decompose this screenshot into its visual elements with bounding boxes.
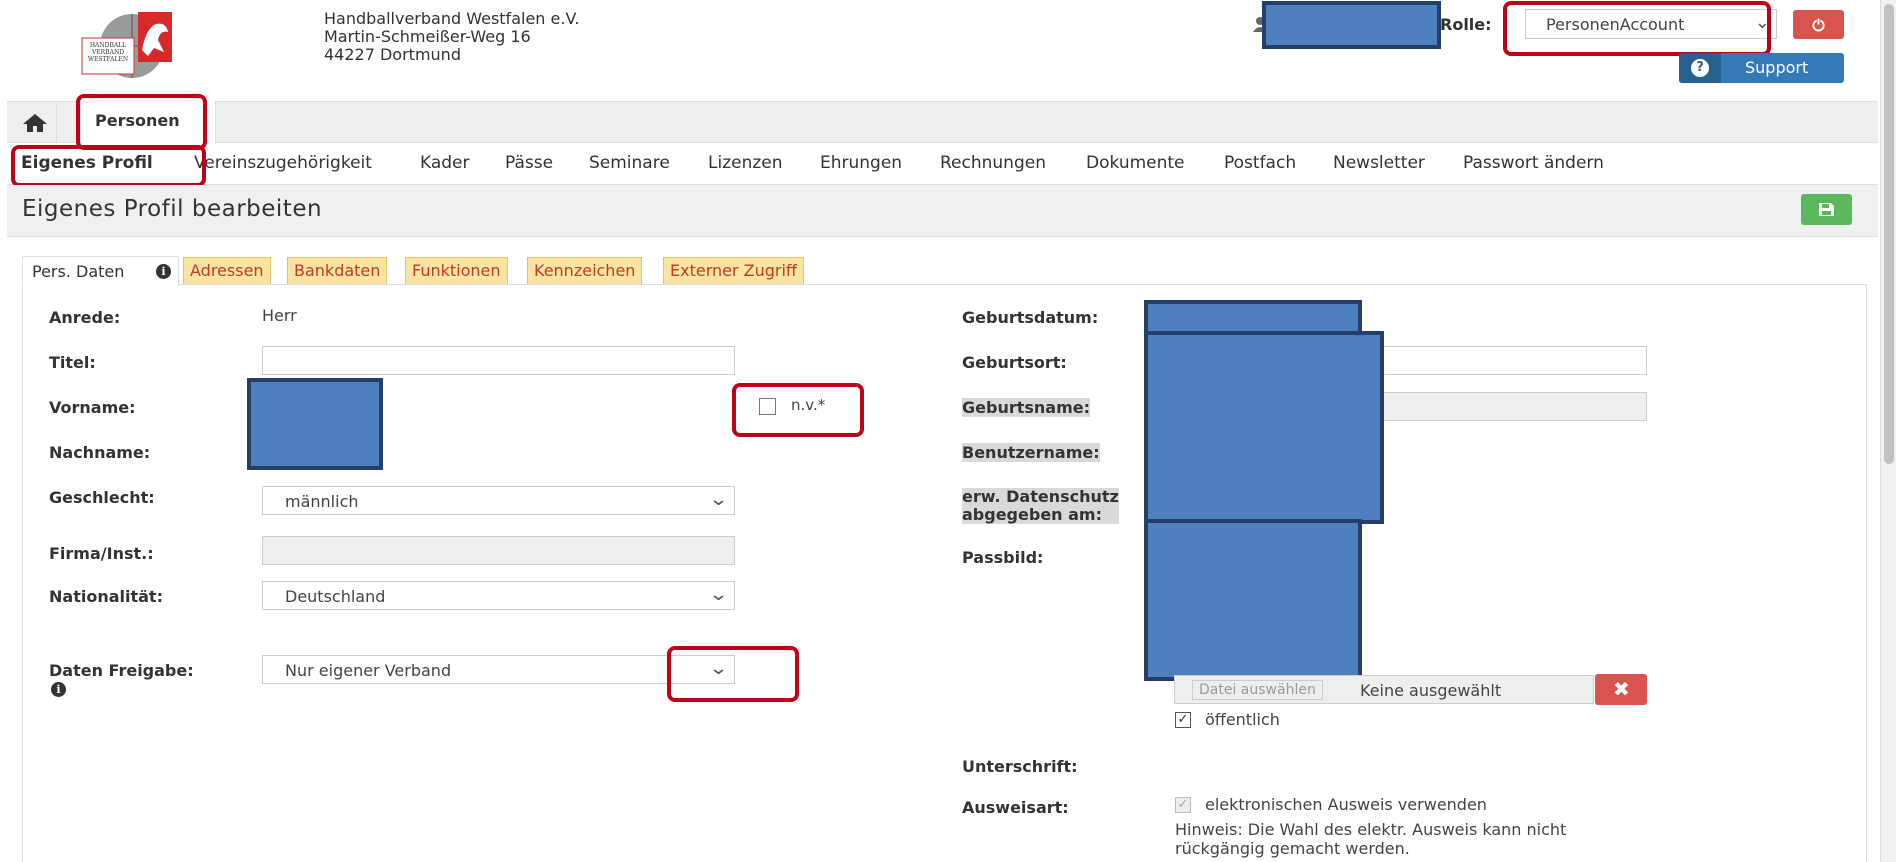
page-scrollbar[interactable] xyxy=(1880,0,1896,862)
subnav-paesse[interactable]: Pässe xyxy=(505,153,553,173)
nationalitaet-label: Nationalität: xyxy=(49,587,163,606)
file-input[interactable]: Datei auswählen Keine ausgewählt xyxy=(1174,675,1594,704)
tab-kennzeichen[interactable]: Kennzeichen xyxy=(527,257,643,284)
tab-pers-daten-label: Pers. Daten xyxy=(32,262,125,281)
help-icon: ? xyxy=(1679,53,1721,83)
tab-funktionen[interactable]: Funktionen xyxy=(405,257,508,284)
datenschutz-label-line1: erw. Datenschutz xyxy=(962,487,1119,506)
subnav-ehrungen[interactable]: Ehrungen xyxy=(820,153,902,173)
redacted-name xyxy=(247,378,383,470)
geburtsname-input xyxy=(1350,392,1647,421)
annotation-nv xyxy=(732,383,864,437)
save-icon xyxy=(1819,203,1834,216)
ausweis-checkbox-label: elektronischen Ausweis verwenden xyxy=(1205,795,1487,814)
nationalitaet-select[interactable]: Deutschland ⌄ xyxy=(262,581,735,610)
passbild-label: Passbild: xyxy=(962,548,1044,567)
geburtsort-input[interactable] xyxy=(1350,346,1647,375)
power-icon xyxy=(1812,17,1825,32)
titel-label: Titel: xyxy=(49,353,96,372)
vorname-label: Vorname: xyxy=(49,398,136,417)
subnav-lizenzen[interactable]: Lizenzen xyxy=(708,153,783,173)
ausweisart-label: Ausweisart: xyxy=(962,798,1069,817)
subnav-dokumente[interactable]: Dokumente xyxy=(1086,153,1185,173)
close-icon: ✖ xyxy=(1613,677,1630,701)
geburtsdatum-label: Geburtsdatum: xyxy=(962,308,1099,327)
ausweis-hinweis: Hinweis: Die Wahl des elektr. Ausweis ka… xyxy=(1175,820,1566,858)
hinweis-line2: rückgängig gemacht werden. xyxy=(1175,839,1410,858)
ausweis-checkbox: ✓ xyxy=(1175,797,1191,813)
hinweis-line1: Hinweis: Die Wahl des elektr. Ausweis ka… xyxy=(1175,820,1567,839)
annotation-eigenes-profil xyxy=(11,145,206,187)
logo-text-3: WESTFALEN xyxy=(87,56,129,63)
redacted-username xyxy=(1262,1,1441,49)
nationalitaet-value: Deutschland xyxy=(285,587,386,606)
top-tab-bar xyxy=(7,101,1878,143)
titel-input[interactable] xyxy=(262,346,735,375)
tab-pers-daten[interactable]: Pers. Daten i xyxy=(22,256,179,286)
annotation-rolle xyxy=(1503,1,1771,56)
annotation-personen xyxy=(76,94,207,150)
benutzername-label: Benutzername: xyxy=(962,443,1100,462)
unterschrift-label: Unterschrift: xyxy=(962,757,1078,776)
geschlecht-label: Geschlecht: xyxy=(49,488,155,507)
org-city: 44227 Dortmund xyxy=(324,45,461,64)
info-icon: i xyxy=(51,682,66,697)
subnav-kader[interactable]: Kader xyxy=(420,153,470,173)
subnav-postfach[interactable]: Postfach xyxy=(1224,153,1296,173)
subnav-newsletter[interactable]: Newsletter xyxy=(1333,153,1425,173)
subnav-rechnungen[interactable]: Rechnungen xyxy=(940,153,1046,173)
page-title: Eigenes Profil bearbeiten xyxy=(22,196,323,222)
freigabe-label: Daten Freigabe: xyxy=(49,661,194,680)
redacted-personal-block xyxy=(1144,331,1384,524)
org-logo: HANDBALL VERBAND WESTFALEN xyxy=(80,10,192,78)
geschlecht-value: männlich xyxy=(285,492,359,511)
logout-button[interactable] xyxy=(1793,10,1844,39)
info-icon: i xyxy=(156,264,171,279)
freigabe-select[interactable]: Nur eigener Verband ⌄ xyxy=(262,655,735,684)
subnav-seminare[interactable]: Seminare xyxy=(589,153,670,173)
oeffentlich-checkbox[interactable]: ✓ xyxy=(1175,712,1191,728)
delete-file-button[interactable]: ✖ xyxy=(1595,674,1647,705)
anrede-value: Herr xyxy=(262,306,297,325)
firma-label: Firma/Inst.: xyxy=(49,544,154,563)
freigabe-value: Nur eigener Verband xyxy=(285,661,452,680)
redacted-passbild xyxy=(1144,519,1362,681)
file-status: Keine ausgewählt xyxy=(1360,681,1502,700)
oeffentlich-label: öffentlich xyxy=(1205,710,1280,729)
file-select-button[interactable]: Datei auswählen xyxy=(1192,680,1323,700)
org-street: Martin-Schmeißer-Weg 16 xyxy=(324,27,531,46)
nachname-label: Nachname: xyxy=(49,443,151,462)
tab-adressen[interactable]: Adressen xyxy=(183,257,271,284)
subnav-passwort-aendern[interactable]: Passwort ändern xyxy=(1463,153,1604,173)
save-button[interactable] xyxy=(1801,194,1852,225)
chevron-down-icon: ⌄ xyxy=(708,489,729,510)
tab-bankdaten[interactable]: Bankdaten xyxy=(287,257,388,284)
anrede-label: Anrede: xyxy=(49,308,121,327)
home-tab[interactable] xyxy=(13,104,57,142)
datenschutz-label: erw. Datenschutz abgegeben am: xyxy=(962,488,1119,524)
geburtsort-label: Geburtsort: xyxy=(962,353,1067,372)
datenschutz-label-line2: abgegeben am: xyxy=(962,505,1102,524)
support-label: Support xyxy=(1745,58,1809,77)
org-address: Handballverband Westfalen e.V. Martin-Sc… xyxy=(324,10,579,64)
org-name: Handballverband Westfalen e.V. xyxy=(324,9,580,28)
rolle-label: Rolle: xyxy=(1440,15,1492,34)
logo-text-1: HANDBALL xyxy=(89,42,127,49)
logo-text-2: VERBAND xyxy=(91,49,125,56)
subnav-vereinszugehoerigkeit[interactable]: Vereinszugehörigkeit xyxy=(194,153,372,173)
geschlecht-select[interactable]: männlich ⌄ xyxy=(262,486,735,515)
annotation-freigabe-dropdown xyxy=(667,646,799,702)
firma-input xyxy=(262,536,735,565)
support-button[interactable]: ? Support xyxy=(1679,53,1844,83)
tab-externer-zugriff[interactable]: Externer Zugriff xyxy=(663,257,804,284)
geburtsname-label: Geburtsname: xyxy=(962,398,1090,417)
chevron-down-icon: ⌄ xyxy=(708,584,729,605)
home-icon xyxy=(23,114,47,132)
page-scrollbar-thumb[interactable] xyxy=(1884,4,1894,464)
